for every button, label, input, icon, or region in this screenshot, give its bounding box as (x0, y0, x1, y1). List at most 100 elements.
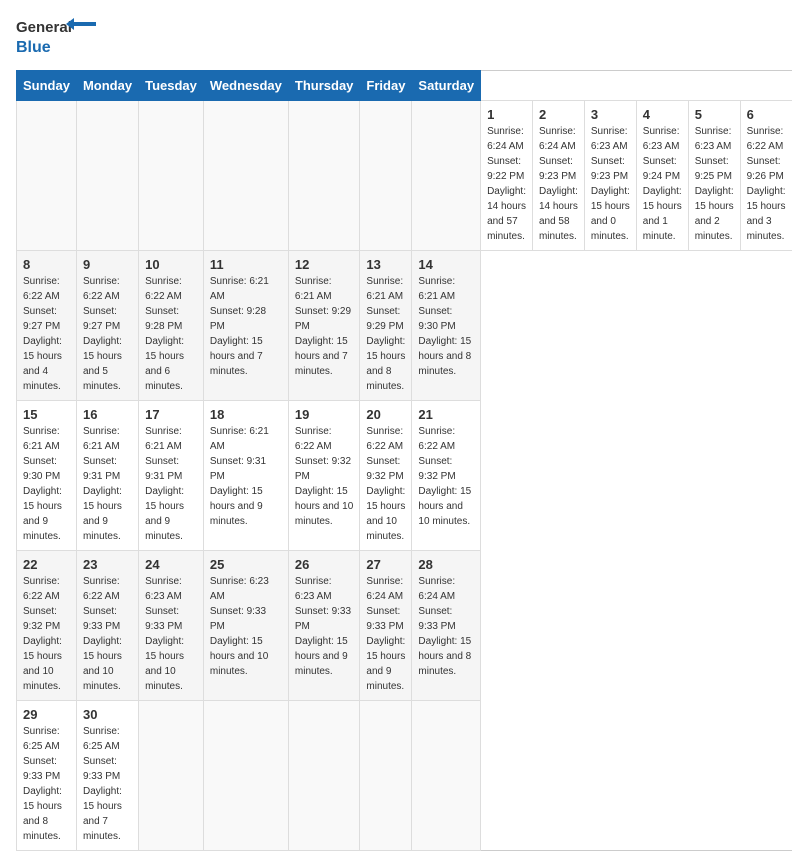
day-info: Sunrise: 6:22 AMSunset: 9:32 PMDaylight:… (295, 424, 354, 529)
calendar-cell (412, 701, 481, 851)
day-info: Sunrise: 6:23 AMSunset: 9:33 PMDaylight:… (210, 574, 282, 679)
day-info: Sunrise: 6:25 AMSunset: 9:33 PMDaylight:… (83, 724, 132, 844)
day-number: 20 (366, 407, 405, 422)
day-number: 30 (83, 707, 132, 722)
calendar-cell: 5Sunrise: 6:23 AMSunset: 9:25 PMDaylight… (688, 101, 740, 251)
calendar-cell: 29 Sunrise: 6:25 AMSunset: 9:33 PMDayligh… (17, 701, 77, 851)
day-info: Sunrise: 6:21 AMSunset: 9:31 PMDaylight:… (83, 424, 132, 544)
calendar-cell: 16 Sunrise: 6:21 AMSunset: 9:31 PMDayligh… (76, 401, 138, 551)
day-info: Sunrise: 6:22 AMSunset: 9:28 PMDaylight:… (145, 274, 197, 394)
day-number: 17 (145, 407, 197, 422)
day-number: 23 (83, 557, 132, 572)
day-info: Sunrise: 6:21 AMSunset: 9:31 PMDaylight:… (145, 424, 197, 544)
calendar-cell: 18Sunrise: 6:21 AMSunset: 9:31 PMDayligh… (203, 401, 288, 551)
day-number: 12 (295, 257, 354, 272)
col-header-monday: Monday (76, 71, 138, 101)
calendar-cell: 9 Sunrise: 6:22 AMSunset: 9:27 PMDaylight… (76, 251, 138, 401)
day-number: 10 (145, 257, 197, 272)
calendar-cell: 24 Sunrise: 6:23 AMSunset: 9:33 PMDayligh… (139, 551, 204, 701)
calendar-cell (17, 101, 77, 251)
calendar-cell (288, 701, 360, 851)
day-info: Sunrise: 6:23 AMSunset: 9:33 PMDaylight:… (145, 574, 197, 694)
calendar-cell: 10 Sunrise: 6:22 AMSunset: 9:28 PMDayligh… (139, 251, 204, 401)
day-info: Sunrise: 6:24 AMSunset: 9:33 PMDaylight:… (366, 574, 405, 694)
calendar-cell (139, 701, 204, 851)
day-number: 29 (23, 707, 70, 722)
col-header-wednesday: Wednesday (203, 71, 288, 101)
header: General Blue (16, 16, 776, 60)
calendar-cell (412, 101, 481, 251)
day-number: 16 (83, 407, 132, 422)
week-row: 1Sunrise: 6:24 AMSunset: 9:22 PMDaylight… (17, 101, 792, 251)
calendar-cell: 1Sunrise: 6:24 AMSunset: 9:22 PMDaylight… (481, 101, 533, 251)
calendar-cell: 22 Sunrise: 6:22 AMSunset: 9:32 PMDayligh… (17, 551, 77, 701)
day-info: Sunrise: 6:24 AMSunset: 9:23 PMDaylight:… (539, 124, 578, 244)
calendar-cell: 3Sunrise: 6:23 AMSunset: 9:23 PMDaylight… (584, 101, 636, 251)
day-number: 2 (539, 107, 578, 122)
day-number: 26 (295, 557, 354, 572)
calendar-cell: 21Sunrise: 6:22 AMSunset: 9:32 PMDayligh… (412, 401, 481, 551)
day-number: 4 (643, 107, 682, 122)
logo: General Blue (16, 16, 96, 60)
svg-text:Blue: Blue (16, 39, 51, 56)
svg-text:General: General (16, 19, 72, 36)
day-number: 22 (23, 557, 70, 572)
calendar-cell (203, 701, 288, 851)
week-row: 29 Sunrise: 6:25 AMSunset: 9:33 PMDayligh… (17, 701, 792, 851)
col-header-tuesday: Tuesday (139, 71, 204, 101)
day-info: Sunrise: 6:22 AMSunset: 9:26 PMDaylight:… (747, 124, 786, 244)
calendar-cell: 6Sunrise: 6:22 AMSunset: 9:26 PMDaylight… (740, 101, 792, 251)
day-info: Sunrise: 6:22 AMSunset: 9:32 PMDaylight:… (23, 574, 70, 694)
header-row: SundayMondayTuesdayWednesdayThursdayFrid… (17, 71, 792, 101)
calendar-cell: 25 Sunrise: 6:23 AMSunset: 9:33 PMDayligh… (203, 551, 288, 701)
day-info: Sunrise: 6:23 AMSunset: 9:33 PMDaylight:… (295, 574, 354, 679)
calendar-cell (203, 101, 288, 251)
day-info: Sunrise: 6:22 AMSunset: 9:32 PMDaylight:… (366, 424, 405, 544)
day-info: Sunrise: 6:21 AMSunset: 9:30 PMDaylight:… (418, 274, 474, 379)
calendar-cell: 19Sunrise: 6:22 AMSunset: 9:32 PMDayligh… (288, 401, 360, 551)
day-info: Sunrise: 6:25 AMSunset: 9:33 PMDaylight:… (23, 724, 70, 844)
calendar-cell: 8 Sunrise: 6:22 AMSunset: 9:27 PMDaylight… (17, 251, 77, 401)
calendar-cell: 14 Sunrise: 6:21 AMSunset: 9:30 PMDayligh… (412, 251, 481, 401)
day-number: 5 (695, 107, 734, 122)
col-header-friday: Friday (360, 71, 412, 101)
day-number: 24 (145, 557, 197, 572)
calendar-cell: 13Sunrise: 6:21 AMSunset: 9:29 PMDayligh… (360, 251, 412, 401)
calendar-cell (76, 101, 138, 251)
day-info: Sunrise: 6:24 AMSunset: 9:33 PMDaylight:… (418, 574, 474, 679)
day-number: 1 (487, 107, 526, 122)
day-info: Sunrise: 6:22 AMSunset: 9:27 PMDaylight:… (83, 274, 132, 394)
col-header-thursday: Thursday (288, 71, 360, 101)
day-number: 14 (418, 257, 474, 272)
calendar-cell: 2 Sunrise: 6:24 AMSunset: 9:23 PMDaylight… (532, 101, 584, 251)
day-number: 27 (366, 557, 405, 572)
day-number: 28 (418, 557, 474, 572)
day-number: 15 (23, 407, 70, 422)
day-number: 8 (23, 257, 70, 272)
day-info: Sunrise: 6:21 AMSunset: 9:31 PMDaylight:… (210, 424, 282, 529)
day-info: Sunrise: 6:21 AMSunset: 9:30 PMDaylight:… (23, 424, 70, 544)
day-info: Sunrise: 6:23 AMSunset: 9:24 PMDaylight:… (643, 124, 682, 244)
day-number: 9 (83, 257, 132, 272)
calendar-cell: 20 Sunrise: 6:22 AMSunset: 9:32 PMDayligh… (360, 401, 412, 551)
col-header-sunday: Sunday (17, 71, 77, 101)
calendar-cell: 17 Sunrise: 6:21 AMSunset: 9:31 PMDayligh… (139, 401, 204, 551)
calendar-cell: 11Sunrise: 6:21 AMSunset: 9:28 PMDayligh… (203, 251, 288, 401)
calendar-cell: 15 Sunrise: 6:21 AMSunset: 9:30 PMDayligh… (17, 401, 77, 551)
calendar-cell: 12 Sunrise: 6:21 AMSunset: 9:29 PMDayligh… (288, 251, 360, 401)
logo-svg: General Blue (16, 16, 96, 60)
calendar-table: SundayMondayTuesdayWednesdayThursdayFrid… (16, 70, 792, 851)
day-number: 11 (210, 257, 282, 272)
calendar-cell: 4 Sunrise: 6:23 AMSunset: 9:24 PMDaylight… (636, 101, 688, 251)
day-number: 25 (210, 557, 282, 572)
calendar-cell: 23Sunrise: 6:22 AMSunset: 9:33 PMDayligh… (76, 551, 138, 701)
day-info: Sunrise: 6:21 AMSunset: 9:29 PMDaylight:… (295, 274, 354, 379)
day-info: Sunrise: 6:22 AMSunset: 9:27 PMDaylight:… (23, 274, 70, 394)
calendar-cell (139, 101, 204, 251)
day-number: 21 (418, 407, 474, 422)
day-info: Sunrise: 6:23 AMSunset: 9:23 PMDaylight:… (591, 124, 630, 244)
calendar-cell: 27 Sunrise: 6:24 AMSunset: 9:33 PMDayligh… (360, 551, 412, 701)
week-row: 15 Sunrise: 6:21 AMSunset: 9:30 PMDayligh… (17, 401, 792, 551)
calendar-cell (288, 101, 360, 251)
col-header-saturday: Saturday (412, 71, 481, 101)
